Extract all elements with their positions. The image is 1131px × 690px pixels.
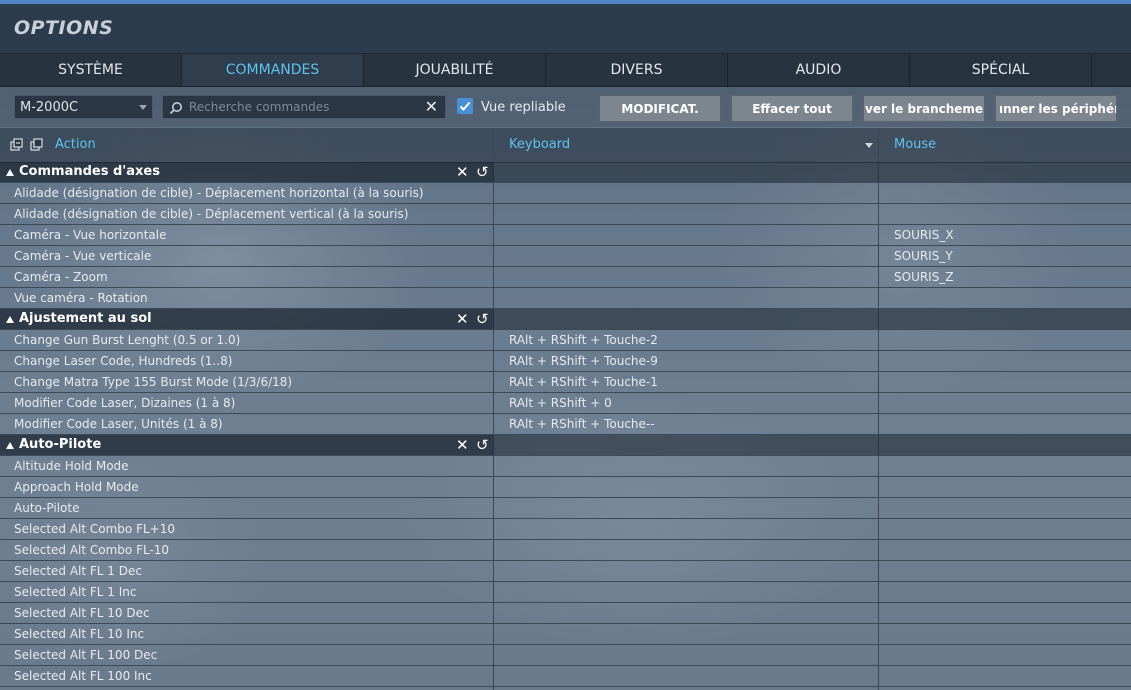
devices-button[interactable]: ınner les périphéri [995, 95, 1117, 122]
binding-row[interactable]: Change Matra Type 155 Burst Mode (1/3/6/… [0, 372, 1131, 393]
collapse-checkbox[interactable] [457, 98, 473, 114]
binding-row[interactable]: Modifier Code Laser, Unités (1 à 8) RAlt … [0, 414, 1131, 435]
category-row[interactable]: Auto-Pilote ✕ ↺ [0, 435, 1131, 456]
binding-action: Change Laser Code, Hundreds (1..8) [14, 354, 233, 368]
reset-icon[interactable]: ↺ [476, 436, 489, 454]
binding-action: Caméra - Vue verticale [14, 249, 152, 263]
reset-icon[interactable]: ↺ [476, 310, 489, 328]
expand-collapse-icons[interactable] [10, 137, 46, 151]
binding-mouse[interactable]: SOURIS_Y [894, 249, 953, 263]
category-name: Commandes d'axes [19, 164, 160, 179]
category-row[interactable]: Ajustement au sol ✕ ↺ [0, 309, 1131, 330]
aircraft-select-value: M-2000C [20, 100, 79, 115]
binding-row[interactable]: Selected Alt Combo FL-10 [0, 540, 1131, 561]
modify-button[interactable]: MODIFICAT. [599, 95, 721, 122]
binding-action: Selected Alt FL 1 Inc [14, 585, 137, 599]
close-icon[interactable]: ✕ [456, 163, 469, 181]
tab-divers[interactable]: DIVERS [546, 54, 728, 86]
binding-action: Change Gun Burst Lenght (0.5 or 1.0) [14, 333, 241, 347]
category-name: Auto-Pilote [19, 437, 102, 452]
binding-mouse[interactable]: SOURIS_X [894, 228, 954, 242]
binding-action: Selected Alt Combo FL-10 [14, 543, 170, 557]
close-icon[interactable]: ✕ [456, 310, 469, 328]
binding-action: Modifier Code Laser, Unités (1 à 8) [14, 417, 223, 431]
tab-bar: SYSTÈME COMMANDES JOUABILITÉ DIVERS AUDI… [0, 54, 1131, 87]
binding-row[interactable]: Modifier Code Laser, Dizaines (1 à 8) RAl… [0, 393, 1131, 414]
checkmark-icon [459, 101, 471, 111]
tab-audio[interactable]: AUDIO [728, 54, 910, 86]
binding-keyboard[interactable]: RAlt + RShift + Touche-- [509, 417, 655, 431]
binding-row[interactable]: Caméra - Zoom SOURIS_Z [0, 267, 1131, 288]
save-profile-button[interactable]: ver le branchement a [863, 95, 985, 122]
binding-row[interactable]: Alidade (désignation de cible) - Déplace… [0, 204, 1131, 225]
title-bar: OPTIONS [0, 4, 1131, 54]
binding-row[interactable]: Selected Alt FL 100 Dec [0, 645, 1131, 666]
chevron-down-icon[interactable] [865, 143, 873, 148]
binding-row[interactable]: Selected Alt FL 10 Dec [0, 603, 1131, 624]
binding-action: Caméra - Zoom [14, 270, 108, 284]
search-input[interactable] [189, 98, 419, 116]
collapse-triangle-icon[interactable] [6, 442, 14, 449]
tab-commandes[interactable]: COMMANDES [182, 54, 364, 86]
binding-row[interactable]: Caméra - Vue horizontale SOURIS_X [0, 225, 1131, 246]
binding-keyboard[interactable]: RAlt + RShift + Touche-9 [509, 354, 658, 368]
binding-row[interactable]: Altitude Hold Mode [0, 456, 1131, 477]
column-action[interactable]: Action [55, 137, 96, 152]
binding-action: Selected Alt FL 10 Dec [14, 606, 150, 620]
tab-jouabilite[interactable]: JOUABILITÉ [364, 54, 546, 86]
tab-special[interactable]: SPÉCIAL [910, 54, 1092, 86]
binding-action: Modifier Code Laser, Dizaines (1 à 8) [14, 396, 236, 410]
binding-keyboard[interactable]: RAlt + RShift + Touche-1 [509, 375, 658, 389]
bindings-table: Commandes d'axes ✕ ↺ Alidade (désignation d… [0, 162, 1131, 687]
collapse-checkbox-label: Vue repliable [481, 100, 566, 115]
binding-action: Alidade (désignation de cible) - Déplace… [14, 186, 424, 200]
binding-row[interactable]: Selected Alt FL 1 Inc [0, 582, 1131, 603]
binding-action: Auto-Pilote [14, 501, 80, 515]
binding-row[interactable]: Change Laser Code, Hundreds (1..8) RAlt +… [0, 351, 1131, 372]
binding-action: Vue caméra - Rotation [14, 291, 148, 305]
clear-all-button[interactable]: Effacer tout [731, 95, 853, 122]
binding-action: Altitude Hold Mode [14, 459, 129, 473]
tab-systeme[interactable]: SYSTÈME [0, 54, 182, 86]
binding-row[interactable]: Auto-Pilote [0, 498, 1131, 519]
binding-row[interactable]: Selected Alt FL 1 Dec [0, 561, 1131, 582]
binding-action: Selected Alt FL 100 Dec [14, 648, 158, 662]
binding-action: Change Matra Type 155 Burst Mode (1/3/6/… [14, 375, 293, 389]
binding-keyboard[interactable]: RAlt + RShift + 0 [509, 396, 612, 410]
binding-action: Alidade (désignation de cible) - Déplace… [14, 207, 409, 221]
binding-row[interactable]: Change Gun Burst Lenght (0.5 or 1.0) RAlt… [0, 330, 1131, 351]
binding-row[interactable]: Selected Alt FL 10 Inc [0, 624, 1131, 645]
search-box: ✕ [162, 95, 446, 119]
binding-action: Selected Alt FL 100 Inc [14, 669, 152, 683]
window-title: OPTIONS [14, 17, 114, 39]
binding-row[interactable]: Caméra - Vue verticale SOURIS_Y [0, 246, 1131, 267]
binding-keyboard[interactable]: RAlt + RShift + Touche-2 [509, 333, 658, 347]
category-name: Ajustement au sol [19, 311, 152, 326]
close-icon[interactable]: ✕ [456, 436, 469, 454]
binding-row[interactable]: Vue caméra - Rotation [0, 288, 1131, 309]
binding-row[interactable]: Selected Alt Combo FL+10 [0, 519, 1131, 540]
binding-row[interactable]: Selected Alt FL 100 Inc [0, 666, 1131, 687]
binding-row[interactable]: Approach Hold Mode [0, 477, 1131, 498]
column-header: Action Keyboard Mouse [0, 128, 1131, 163]
aircraft-select[interactable]: M-2000C [14, 95, 153, 119]
close-icon[interactable]: ✕ [425, 97, 438, 116]
binding-mouse[interactable]: SOURIS_Z [894, 270, 954, 284]
binding-action: Selected Alt Combo FL+10 [14, 522, 175, 536]
binding-action: Caméra - Vue horizontale [14, 228, 167, 242]
column-keyboard[interactable]: Keyboard [509, 137, 570, 152]
collapse-triangle-icon[interactable] [6, 169, 14, 176]
chevron-down-icon [139, 105, 147, 110]
column-mouse[interactable]: Mouse [894, 137, 936, 152]
binding-row[interactable]: Alidade (désignation de cible) - Déplace… [0, 183, 1131, 204]
binding-action: Approach Hold Mode [14, 480, 139, 494]
reset-icon[interactable]: ↺ [476, 163, 489, 181]
binding-action: Selected Alt FL 10 Inc [14, 627, 145, 641]
binding-action: Selected Alt FL 1 Dec [14, 564, 142, 578]
category-row[interactable]: Commandes d'axes ✕ ↺ [0, 162, 1131, 183]
collapse-triangle-icon[interactable] [6, 316, 14, 323]
search-icon [169, 100, 183, 115]
